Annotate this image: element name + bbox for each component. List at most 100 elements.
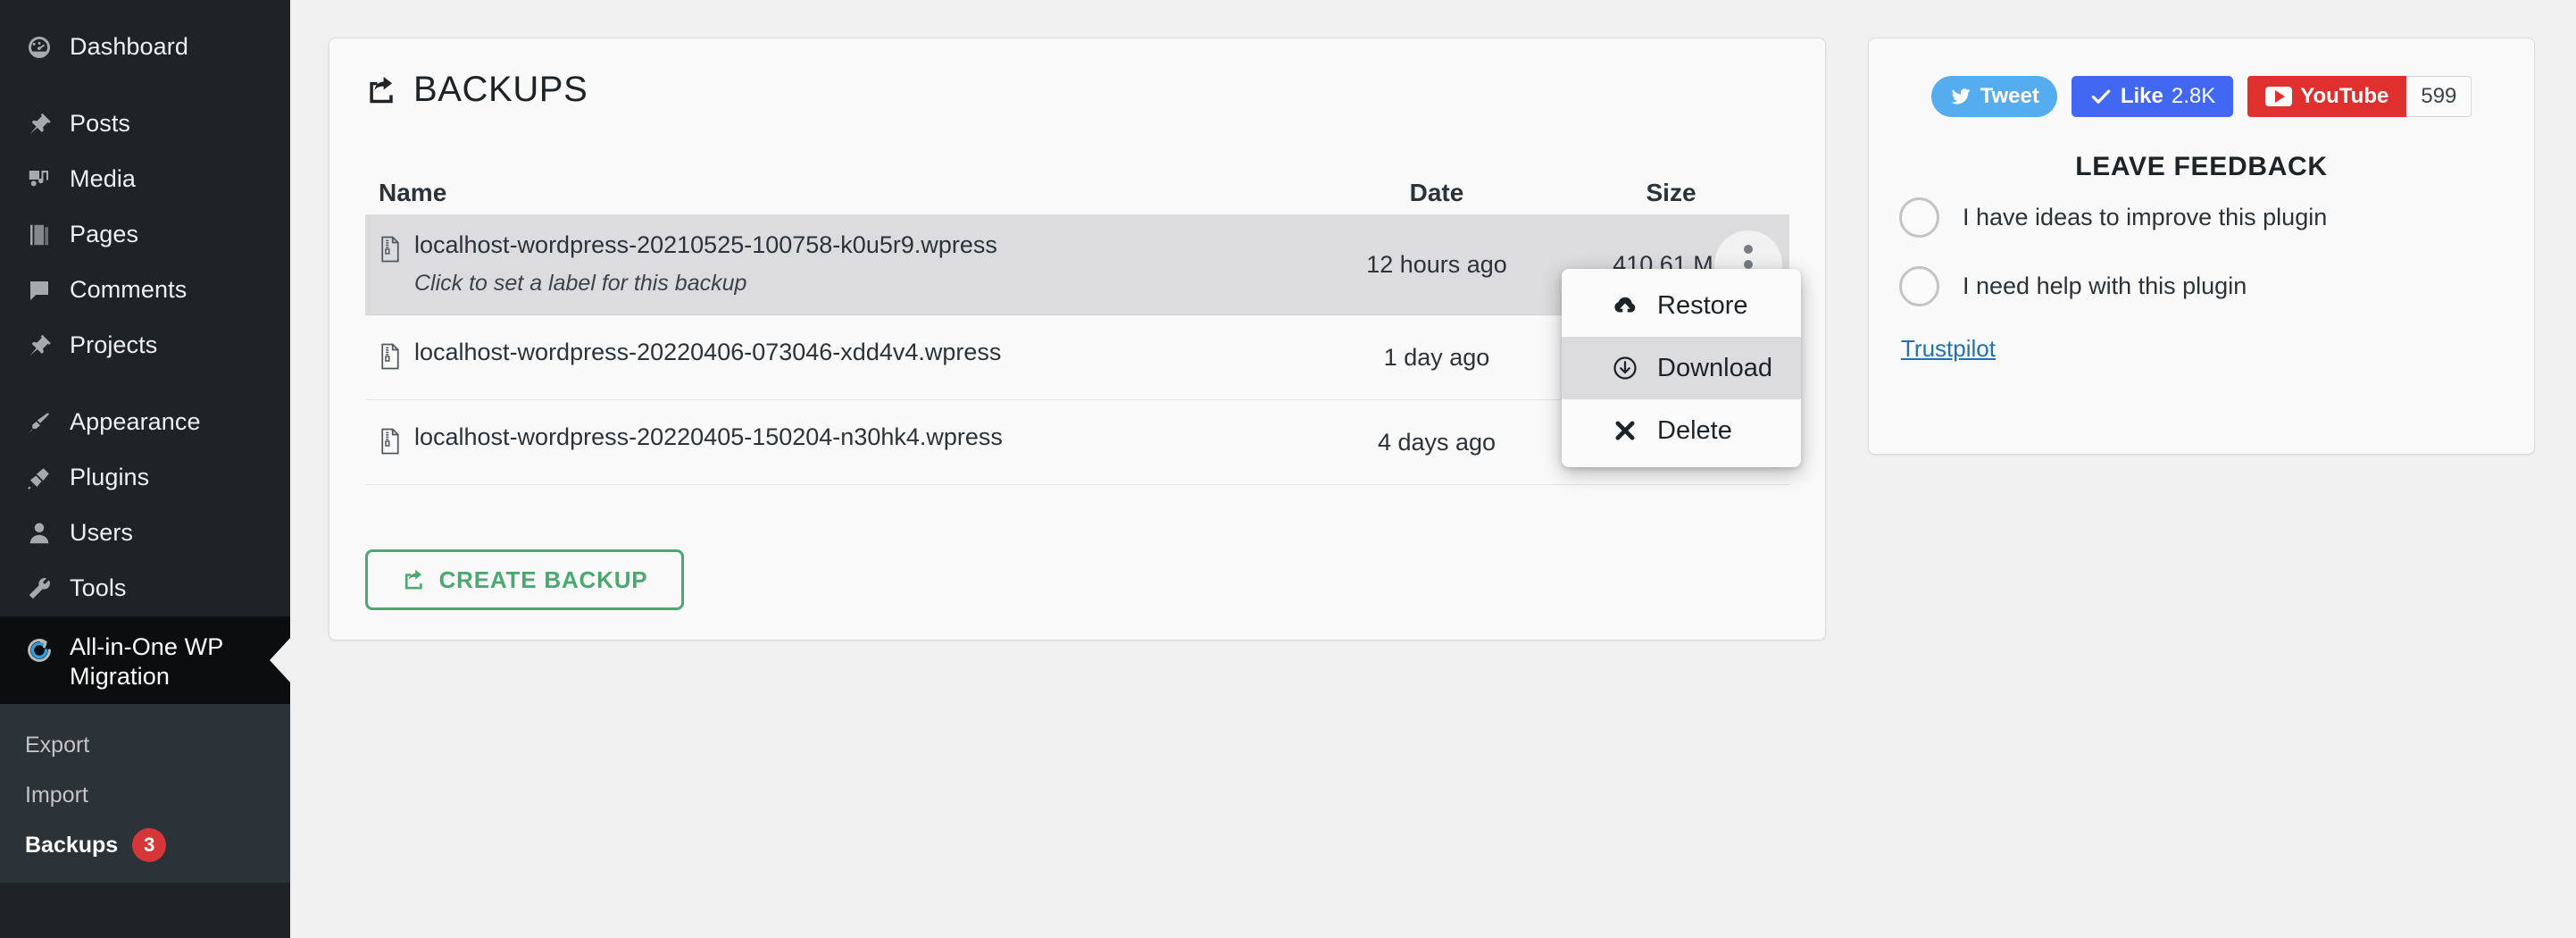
feedback-option-label: I have ideas to improve this plugin	[1963, 204, 2327, 231]
pages-icon	[23, 219, 55, 251]
export-share-icon	[402, 567, 427, 592]
create-backup-button[interactable]: CREATE BACKUP	[365, 549, 684, 610]
backup-date: 4 days ago	[1321, 429, 1553, 456]
dashboard-icon	[23, 31, 55, 63]
user-icon	[23, 517, 55, 549]
migration-icon	[23, 634, 55, 666]
download-circle-icon	[1611, 355, 1639, 381]
backup-name-cell[interactable]: localhost-wordpress-20210525-100758-k0u5…	[365, 232, 1321, 296]
column-header-date: Date	[1321, 179, 1553, 207]
backup-filename: localhost-wordpress-20220406-073046-xdd4…	[414, 339, 1001, 366]
dot-icon	[1744, 260, 1753, 269]
backup-date: 1 day ago	[1321, 344, 1553, 372]
menu-item-label: Restore	[1657, 291, 1748, 321]
sidebar-item-label: Posts	[70, 110, 130, 138]
youtube-label: YouTube	[2300, 84, 2388, 109]
screen-root: Dashboard Posts Media Pages Comments	[0, 0, 2576, 938]
like-button[interactable]: Like 2.8K	[2072, 76, 2233, 117]
radio-icon[interactable]	[1899, 266, 1939, 306]
column-header-size: Size	[1553, 179, 1789, 207]
backup-date: 12 hours ago	[1321, 251, 1553, 279]
sidebar-subitem-label: Import	[25, 783, 88, 808]
sidebar-item-tools[interactable]: Tools	[0, 561, 290, 616]
page-title: BACKUPS	[365, 70, 588, 110]
sidebar-item-label: Dashboard	[70, 33, 188, 61]
sidebar-subitem-backups[interactable]: Backups 3	[0, 820, 290, 870]
sidebar-item-label: Appearance	[70, 408, 201, 436]
pin-icon	[23, 330, 55, 362]
file-archive-icon	[379, 343, 402, 376]
youtube-subscriber-count: 599	[2406, 76, 2472, 117]
youtube-group: YouTube 599	[2247, 76, 2472, 117]
sidebar-item-label: All-in-One WP Migration	[70, 632, 257, 691]
tweet-label: Tweet	[1980, 84, 2039, 109]
radio-icon[interactable]	[1899, 197, 1939, 238]
sidebar-item-label: Plugins	[70, 464, 149, 491]
backup-name-cell[interactable]: localhost-wordpress-20220406-073046-xdd4…	[365, 339, 1321, 376]
backup-name-cell[interactable]: localhost-wordpress-20220405-150204-n30h…	[365, 424, 1321, 461]
create-backup-label: CREATE BACKUP	[439, 566, 648, 594]
tweet-button[interactable]: Tweet	[1931, 76, 2057, 117]
sidebar-subitem-label: Backups	[25, 833, 118, 858]
backup-filename: localhost-wordpress-20220405-150204-n30h…	[414, 424, 1003, 451]
sidebar-subitem-import[interactable]: Import	[0, 770, 290, 820]
sidebar-item-appearance[interactable]: Appearance	[0, 395, 290, 450]
feedback-option-help[interactable]: I need help with this plugin	[1899, 266, 2247, 306]
sidebar-item-comments[interactable]: Comments	[0, 263, 290, 318]
main-content: BACKUPS Name Date Size	[290, 0, 2576, 938]
twitter-icon	[1949, 85, 1972, 108]
sidebar-item-label: Tools	[70, 574, 127, 602]
file-archive-icon	[379, 428, 402, 461]
sidebar-item-all-in-one-wp-migration[interactable]: All-in-One WP Migration	[0, 616, 290, 704]
column-header-name: Name	[365, 179, 1321, 207]
menu-item-download[interactable]: Download	[1562, 337, 1801, 399]
sidebar-item-pages[interactable]: Pages	[0, 207, 290, 263]
sidebar-item-users[interactable]: Users	[0, 506, 290, 561]
menu-item-delete[interactable]: Delete	[1562, 399, 1801, 462]
export-share-icon	[365, 73, 399, 107]
feedback-card: Tweet Like 2.8K YouTube 599	[1868, 38, 2535, 455]
youtube-button[interactable]: YouTube	[2247, 76, 2406, 117]
trustpilot-link[interactable]: Trustpilot	[1901, 335, 1996, 363]
sidebar-item-media[interactable]: Media	[0, 152, 290, 207]
admin-sidebar: Dashboard Posts Media Pages Comments	[0, 0, 290, 938]
menu-item-label: Download	[1657, 354, 1772, 383]
close-x-icon	[1611, 418, 1639, 443]
media-icon	[23, 163, 55, 196]
dot-icon	[1744, 245, 1753, 254]
feedback-option-label: I need help with this plugin	[1963, 272, 2247, 300]
like-count: 2.8K	[2172, 84, 2215, 109]
social-buttons-row: Tweet Like 2.8K YouTube 599	[1869, 76, 2534, 117]
backups-card: BACKUPS Name Date Size	[329, 38, 1826, 641]
youtube-icon	[2265, 87, 2292, 106]
sidebar-subitem-export[interactable]: Export	[0, 720, 290, 770]
sidebar-item-label: Projects	[70, 331, 157, 359]
sidebar-submenu: Export Import Backups 3	[0, 704, 290, 883]
like-label: Like	[2121, 84, 2163, 109]
file-archive-icon	[379, 236, 402, 269]
pin-icon	[23, 108, 55, 140]
backups-count-badge: 3	[132, 828, 166, 862]
menu-item-restore[interactable]: Restore	[1562, 274, 1801, 337]
sidebar-item-label: Pages	[70, 221, 138, 248]
sidebar-item-posts[interactable]: Posts	[0, 96, 290, 152]
sidebar-item-dashboard[interactable]: Dashboard	[0, 20, 290, 75]
cloud-upload-icon	[1611, 292, 1639, 319]
sidebar-item-label: Comments	[70, 276, 187, 304]
sidebar-item-label: Media	[70, 165, 136, 193]
menu-item-label: Delete	[1657, 416, 1732, 446]
active-arrow-icon	[270, 637, 291, 683]
wrench-icon	[23, 573, 55, 605]
sidebar-item-projects[interactable]: Projects	[0, 318, 290, 373]
sidebar-item-plugins[interactable]: Plugins	[0, 450, 290, 506]
comment-icon	[23, 274, 55, 306]
backup-label-hint[interactable]: Click to set a label for this backup	[414, 272, 997, 297]
brush-icon	[23, 406, 55, 439]
feedback-title: LEAVE FEEDBACK	[1869, 152, 2534, 182]
page-title-text: BACKUPS	[413, 70, 588, 110]
sidebar-item-label: Users	[70, 519, 133, 547]
table-header-row: Name Date Size	[365, 166, 1789, 214]
backup-filename: localhost-wordpress-20210525-100758-k0u5…	[414, 232, 997, 259]
feedback-option-ideas[interactable]: I have ideas to improve this plugin	[1899, 197, 2327, 238]
plug-icon	[23, 462, 55, 494]
